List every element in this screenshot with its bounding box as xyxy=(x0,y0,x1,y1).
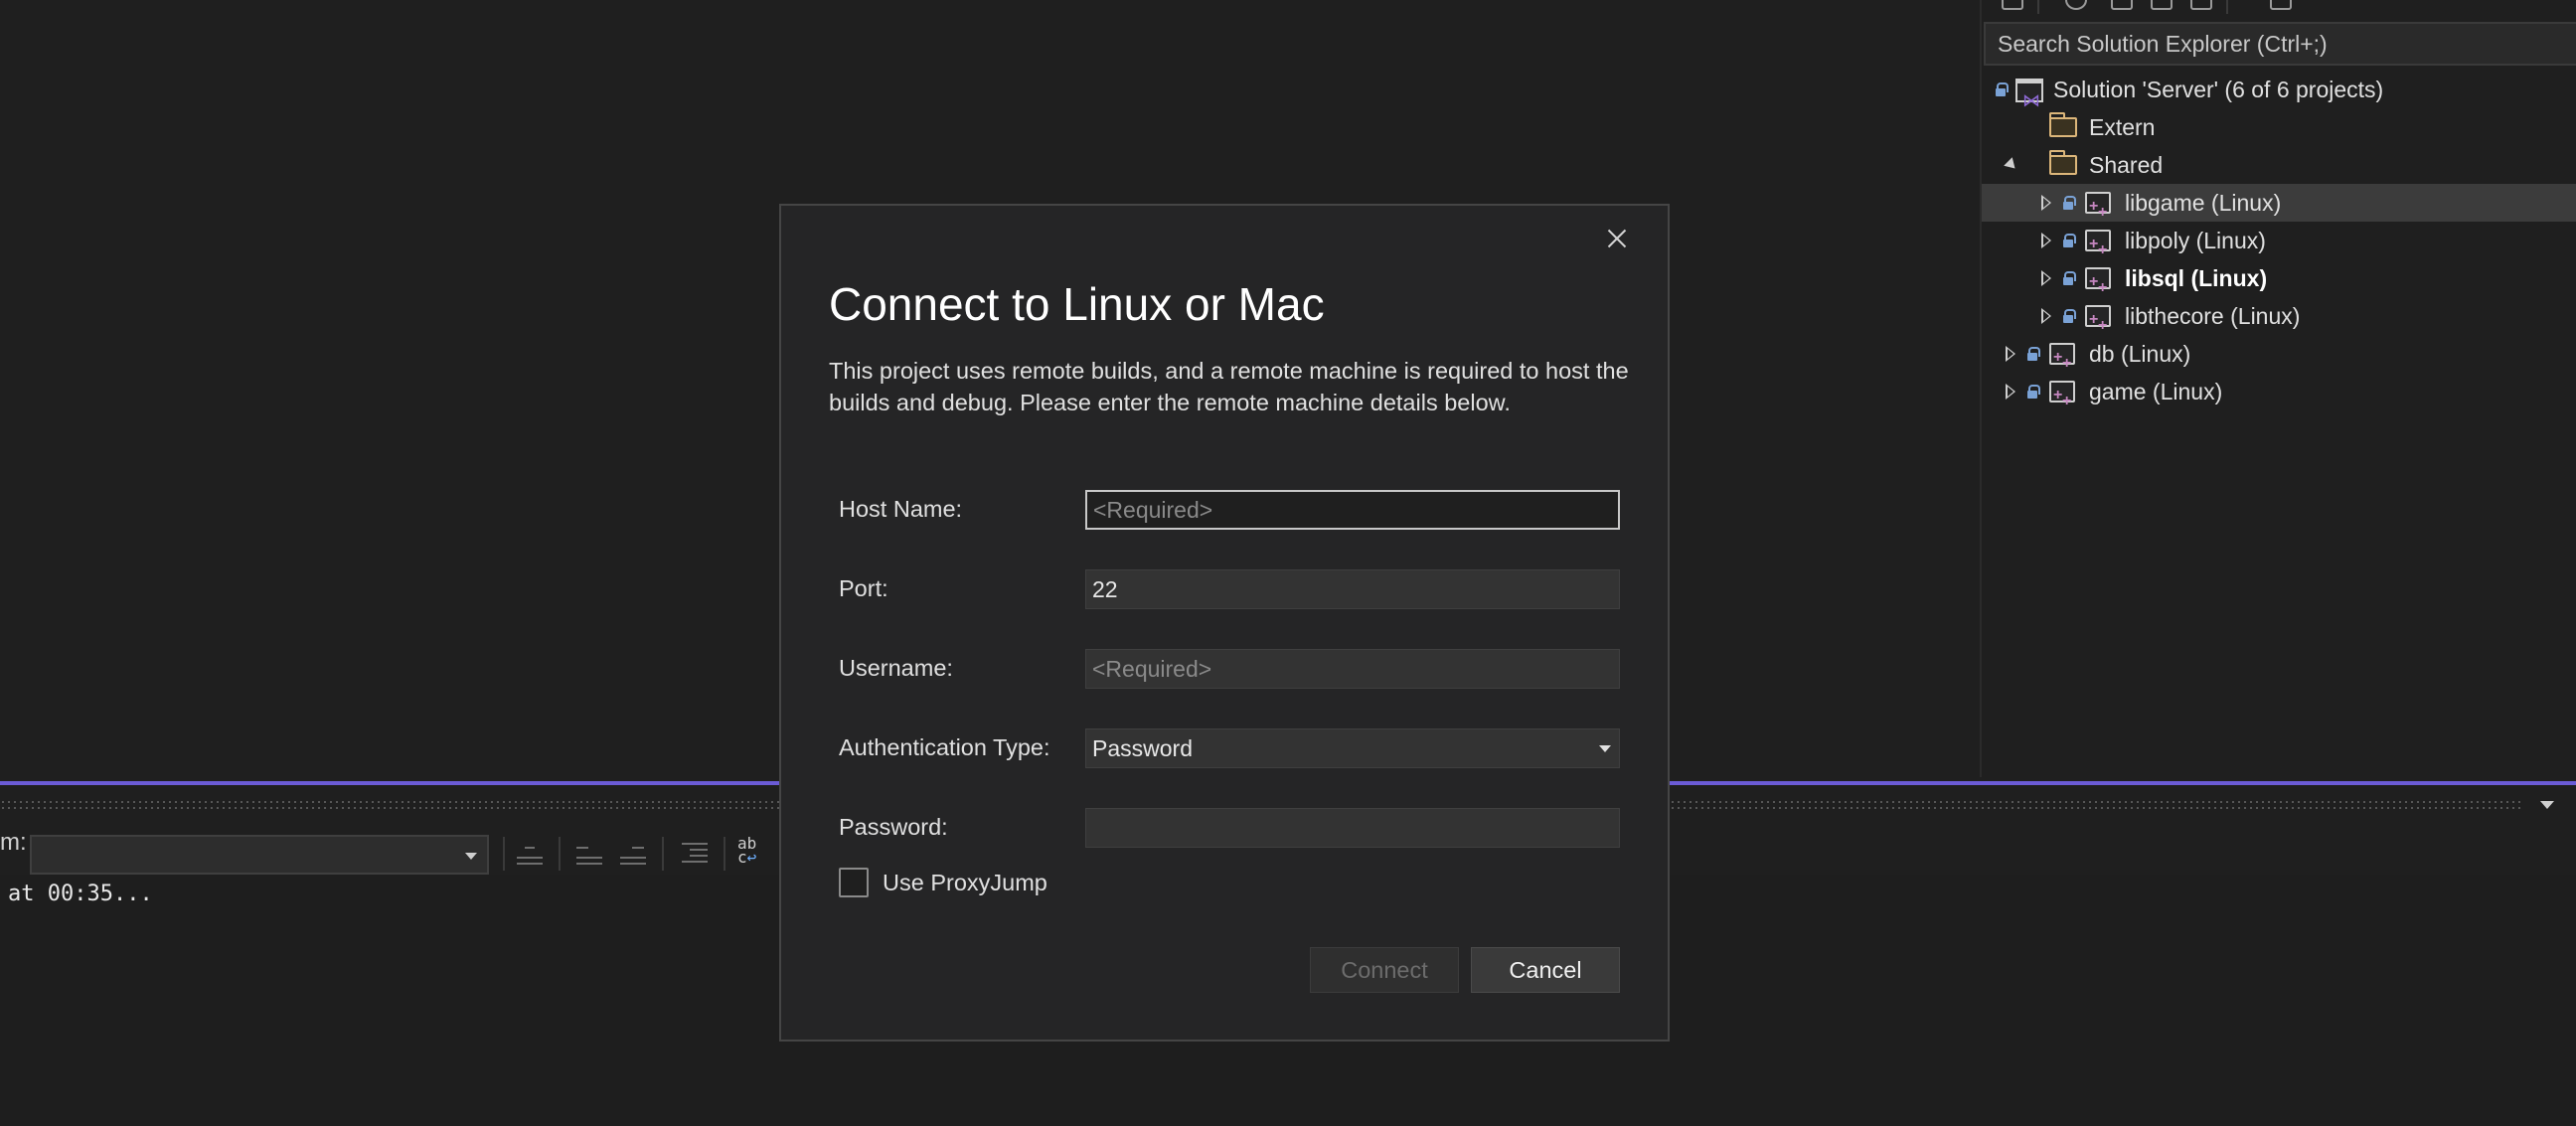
lock-icon xyxy=(2063,309,2076,323)
folder-icon xyxy=(2049,112,2077,137)
tree-item-label: libgame (Linux) xyxy=(2125,190,2282,216)
toolbar-separator xyxy=(724,837,725,871)
tree-item-label: Extern xyxy=(2089,114,2156,140)
toolbar-separator xyxy=(2037,0,2039,14)
tree-item-label: db (Linux) xyxy=(2089,341,2191,367)
tree-item-libthecore[interactable]: libthecore (Linux) xyxy=(1982,297,2576,345)
collapsed-arrow-icon[interactable] xyxy=(2041,233,2051,248)
solution-icon xyxy=(2015,79,2043,119)
collapsed-arrow-icon[interactable] xyxy=(2041,195,2051,211)
collapsed-arrow-icon[interactable] xyxy=(2041,270,2051,286)
tree-item-label: Solution 'Server' (6 of 6 projects) xyxy=(2053,77,2384,102)
lock-icon xyxy=(2063,196,2076,210)
project-icon xyxy=(2085,301,2111,345)
project-icon xyxy=(2085,263,2111,307)
toolbar-separator xyxy=(503,837,505,871)
next-message-icon[interactable] xyxy=(618,839,648,869)
auth-type-value: Password xyxy=(1092,735,1193,761)
chevron-down-icon xyxy=(465,853,477,860)
toolbar-separator xyxy=(662,837,664,871)
tree-item-label: libthecore (Linux) xyxy=(2125,303,2301,329)
expanded-arrow-icon[interactable] xyxy=(2004,157,2019,173)
connect-dialog: Connect to Linux or Mac This project use… xyxy=(779,204,1670,1042)
project-icon xyxy=(2049,377,2075,420)
tree-item-label: Shared xyxy=(2089,152,2164,178)
tree-item-label: game (Linux) xyxy=(2089,379,2223,404)
output-log-line: at 00:35... xyxy=(8,882,153,906)
use-proxyjump-checkbox[interactable] xyxy=(839,868,869,897)
tree-item-db[interactable]: db (Linux) xyxy=(1982,335,2576,383)
history-icon[interactable] xyxy=(2065,0,2087,10)
tree-item-shared[interactable]: Shared xyxy=(1982,146,2576,184)
cancel-button[interactable]: Cancel xyxy=(1471,947,1620,993)
panel-options-icon[interactable] xyxy=(2540,801,2554,809)
collapsed-arrow-icon[interactable] xyxy=(2041,308,2051,324)
collapsed-arrow-icon[interactable] xyxy=(2006,346,2015,362)
password-input[interactable] xyxy=(1085,808,1620,848)
tree-item-libsql[interactable]: libsql (Linux) xyxy=(1982,259,2576,307)
close-icon[interactable] xyxy=(1602,224,1632,253)
vs-icon[interactable] xyxy=(2002,0,2023,10)
tree-item-game[interactable]: game (Linux) xyxy=(1982,373,2576,420)
word-wrap-icon[interactable]: ab c↩ xyxy=(737,836,769,869)
toolbar-separator xyxy=(559,837,561,871)
tree-item-libgame[interactable]: libgame (Linux) xyxy=(1982,184,2576,232)
clear-all-icon[interactable] xyxy=(680,839,710,869)
host-name-label: Host Name: xyxy=(839,496,963,522)
host-name-input[interactable]: <Required> xyxy=(1085,490,1620,530)
find-message-icon[interactable] xyxy=(515,839,545,869)
folder-icon xyxy=(2049,150,2077,175)
output-source-label: m: xyxy=(0,829,27,856)
toolbar-separator xyxy=(2226,0,2228,14)
use-proxyjump-label[interactable]: Use ProxyJump xyxy=(883,870,1047,896)
properties-icon[interactable] xyxy=(2270,0,2292,10)
project-icon xyxy=(2049,339,2075,383)
dialog-description: This project uses remote builds, and a r… xyxy=(829,358,1629,415)
chevron-down-icon xyxy=(1599,745,1611,752)
solution-explorer: Search Solution Explorer (Ctrl+;) Soluti… xyxy=(1980,0,2576,777)
password-label: Password: xyxy=(839,814,948,840)
project-icon xyxy=(2085,188,2111,232)
solution-explorer-toolbar xyxy=(1982,0,2576,20)
port-input[interactable]: 22 xyxy=(1085,569,1620,609)
sync-icon[interactable] xyxy=(2111,0,2133,10)
project-icon xyxy=(2085,226,2111,269)
previous-message-icon[interactable] xyxy=(574,839,604,869)
tree-item-extern[interactable]: Extern xyxy=(1982,108,2576,146)
port-label: Port: xyxy=(839,575,888,601)
tree-item-label: libpoly (Linux) xyxy=(2125,228,2266,253)
username-label: Username: xyxy=(839,655,953,681)
connect-button[interactable]: Connect xyxy=(1310,947,1459,993)
collapsed-arrow-icon[interactable] xyxy=(2006,384,2015,400)
lock-icon xyxy=(2063,234,2076,247)
tree-item-solution[interactable]: Solution 'Server' (6 of 6 projects) xyxy=(1982,71,2576,119)
auth-type-select[interactable]: Password xyxy=(1085,728,1620,768)
lock-icon xyxy=(2027,347,2040,361)
tree-item-libpoly[interactable]: libpoly (Linux) xyxy=(1982,222,2576,269)
lock-icon xyxy=(2063,271,2076,285)
copy-icon[interactable] xyxy=(2190,0,2212,10)
output-source-select[interactable] xyxy=(30,835,489,875)
username-input[interactable]: <Required> xyxy=(1085,649,1620,689)
lock-icon xyxy=(1996,82,2009,96)
collapse-icon[interactable] xyxy=(2151,0,2173,10)
auth-type-label: Authentication Type: xyxy=(839,734,1050,760)
solution-explorer-search-input[interactable]: Search Solution Explorer (Ctrl+;) xyxy=(1984,22,2576,66)
tree-item-label: libsql (Linux) xyxy=(2125,265,2268,291)
dialog-title: Connect to Linux or Mac xyxy=(829,278,1325,330)
lock-icon xyxy=(2027,385,2040,399)
